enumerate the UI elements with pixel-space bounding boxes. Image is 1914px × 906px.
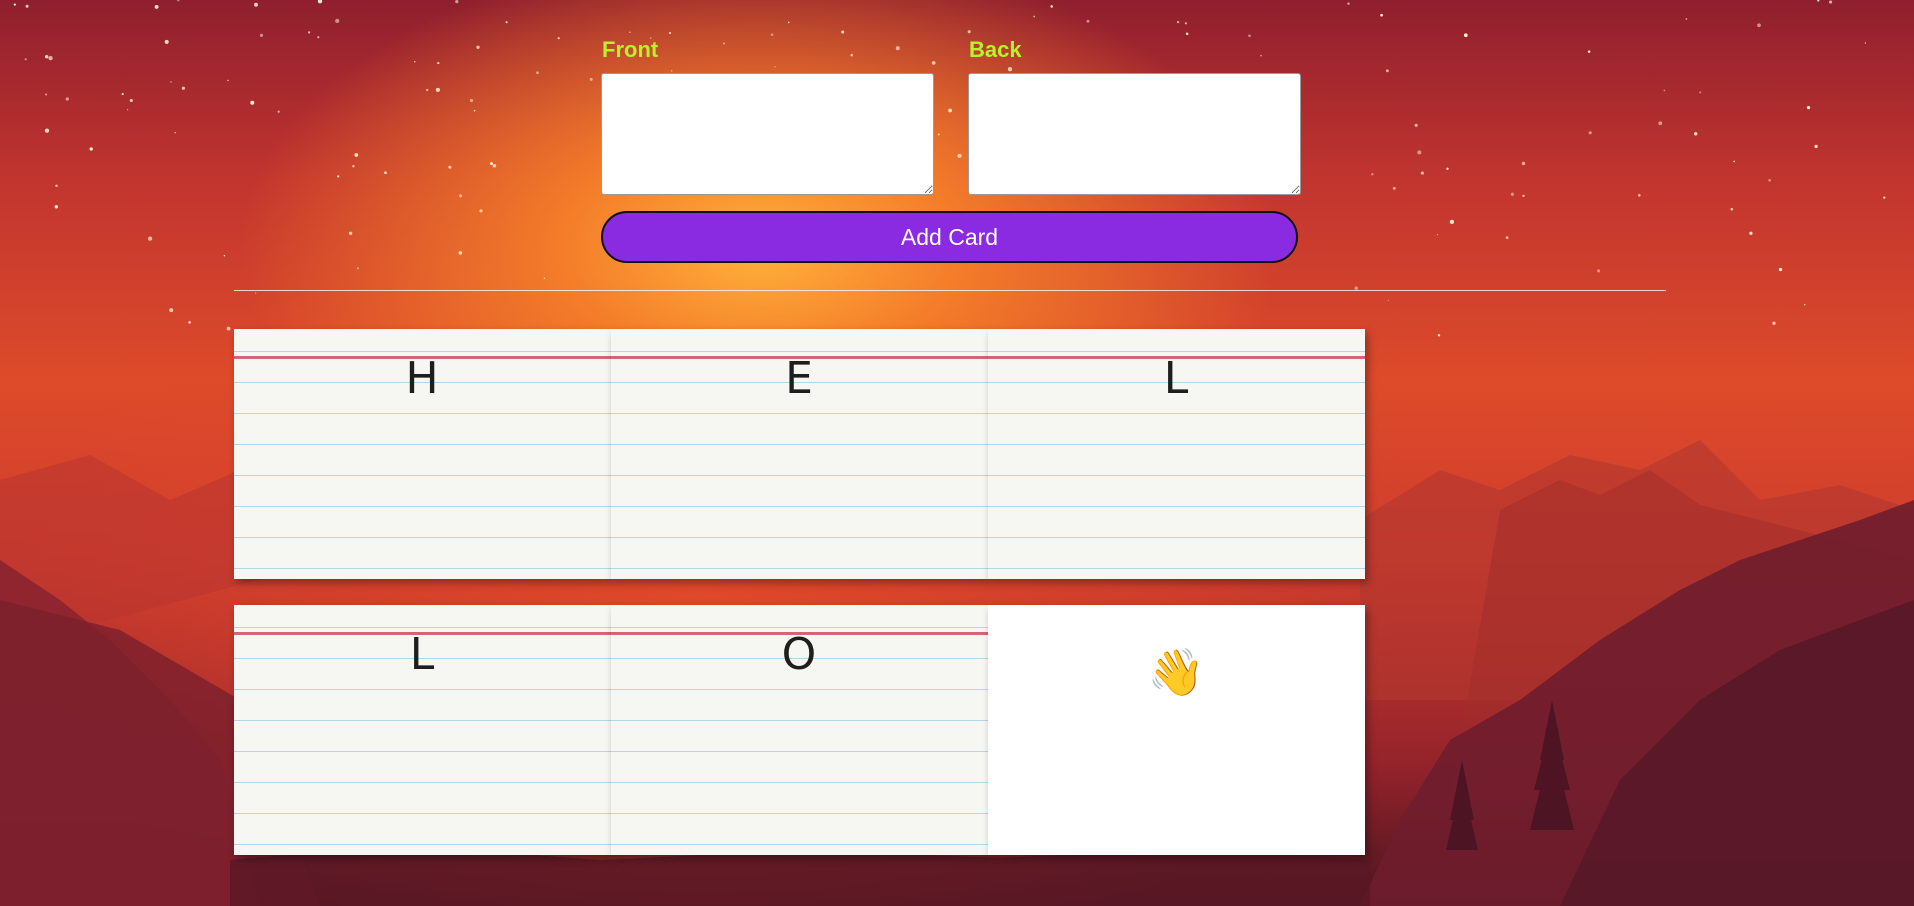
add-card-button[interactable]: Add Card [601,211,1298,263]
flash-card[interactable]: L [234,605,611,855]
flash-card[interactable]: L [988,329,1365,579]
waving-hand-icon: 👋 [1147,646,1206,698]
card-form: Front Back Add Card H E L L O 👋 [0,0,1914,906]
card-front-text: L [1163,353,1190,404]
front-label: Front [602,37,659,62]
back-input[interactable] [968,73,1301,195]
card-grid: H E L L O 👋 [234,329,1365,855]
card-front-text: L [409,629,436,680]
card-front-text: H [405,353,440,404]
flash-card[interactable]: E [611,329,988,579]
flash-card[interactable]: H [234,329,611,579]
section-divider [234,290,1666,291]
card-front-text: O [781,629,818,680]
back-label: Back [969,37,1022,62]
card-front-text: E [785,353,814,404]
front-input[interactable] [601,73,934,195]
flash-card[interactable]: 👋 [988,605,1365,855]
flash-card[interactable]: O [611,605,988,855]
